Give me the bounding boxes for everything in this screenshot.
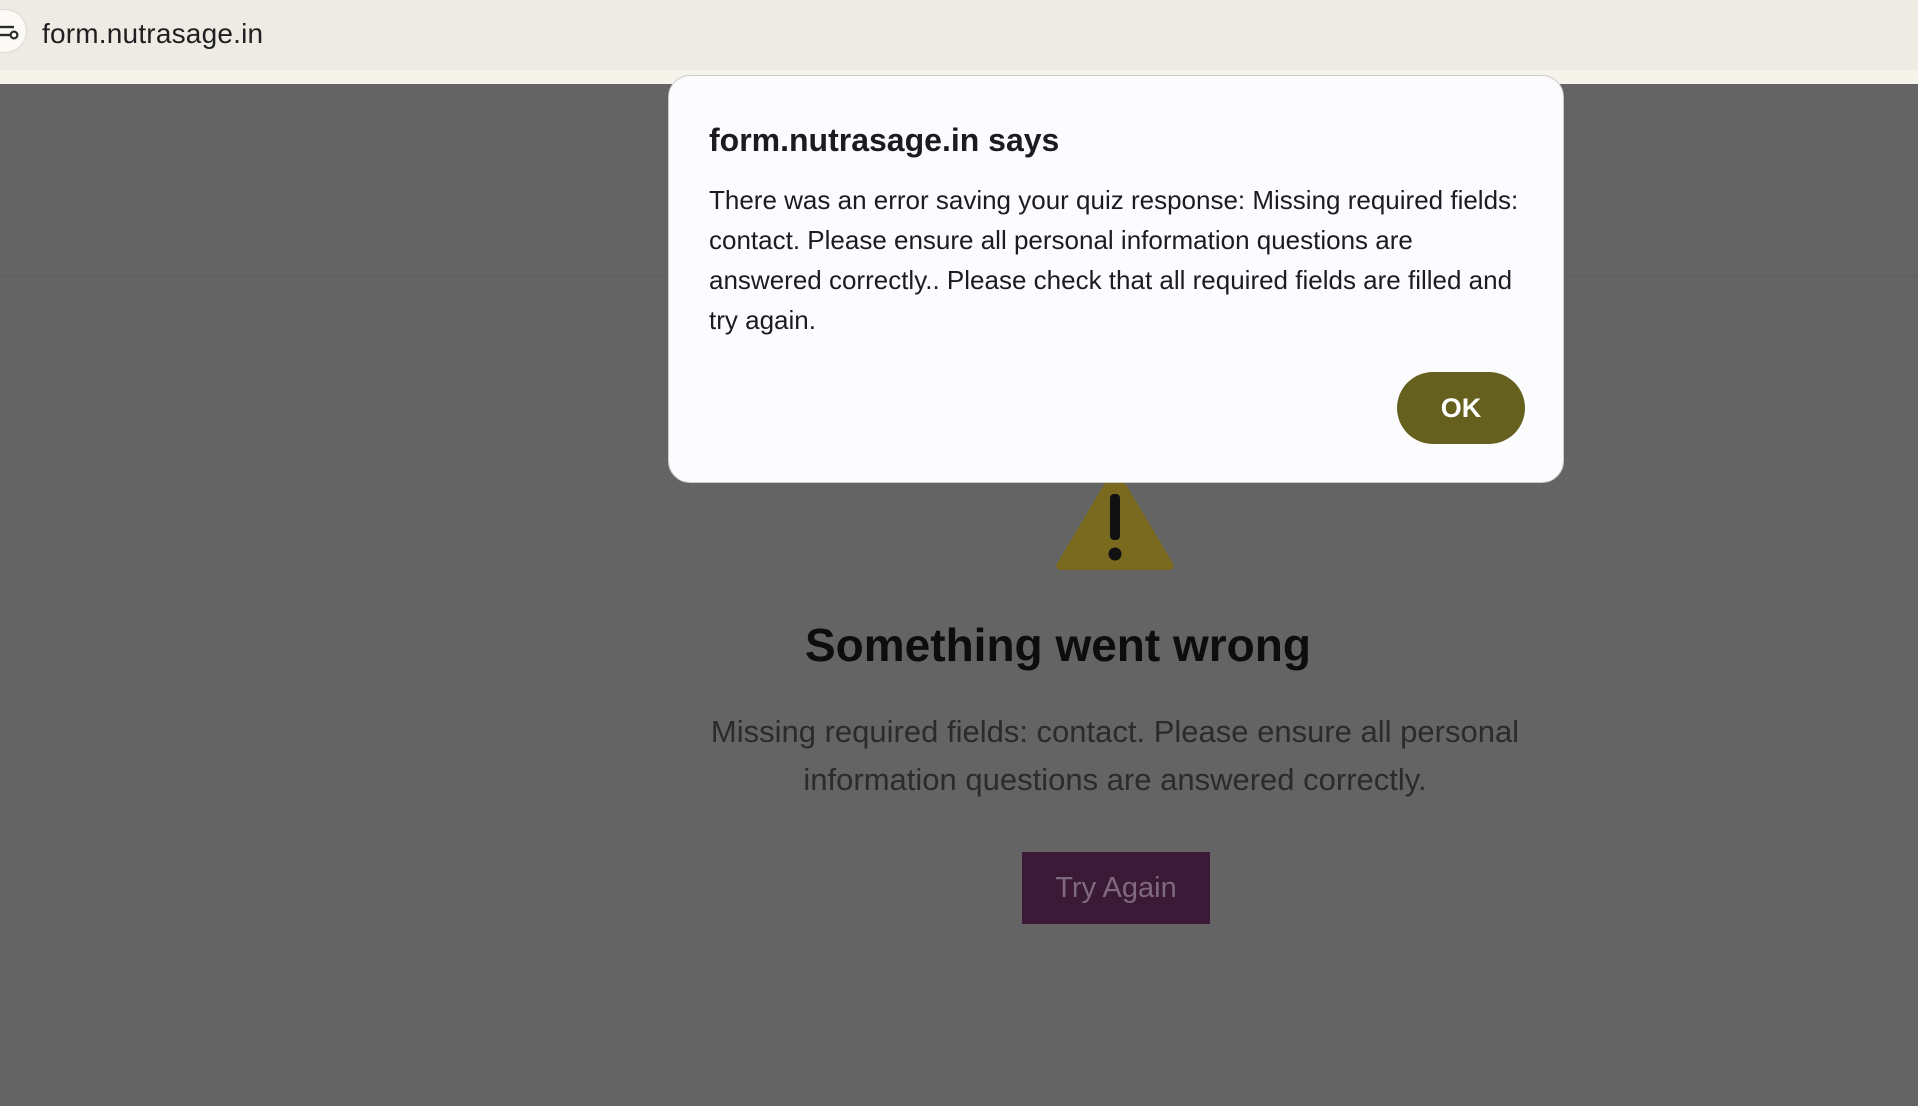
tune-icon[interactable] [0, 10, 26, 52]
url-text[interactable]: form.nutrasage.in [42, 18, 263, 50]
tune-icon-glyph [0, 25, 19, 40]
error-heading: Something went wrong [805, 619, 1311, 671]
error-description: Missing required fields: contact. Please… [710, 714, 1520, 797]
dialog-title: form.nutrasage.in says [709, 122, 1060, 158]
browser-address-bar: form.nutrasage.in [0, 0, 1918, 84]
try-again-button[interactable]: Try Again [1022, 852, 1210, 924]
dialog-message: There was an error saving your quiz resp… [709, 185, 1519, 335]
ok-button[interactable]: OK [1397, 372, 1525, 444]
alert-dialog: form.nutrasage.in says There was an erro… [668, 75, 1564, 483]
